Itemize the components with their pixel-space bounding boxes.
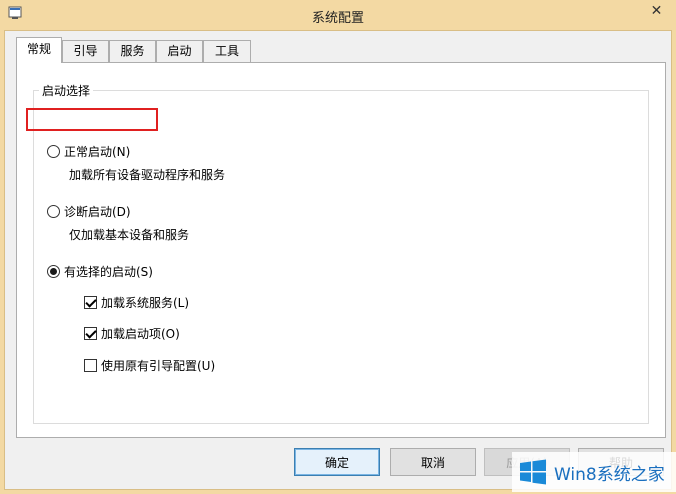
selective-startup-radio[interactable]: 有选择的启动(S): [47, 263, 153, 280]
diagnostic-startup-description: 仅加载基本设备和服务: [69, 228, 190, 242]
title-bar: 系统配置 ✕: [0, 0, 676, 30]
load-system-services-label: 加载系统服务(L): [101, 296, 190, 310]
tab-startup[interactable]: 启动: [156, 40, 203, 62]
windows-logo-icon: [520, 459, 546, 485]
selective-startup-label: 有选择的启动(S): [64, 265, 153, 279]
checkbox-indicator[interactable]: [84, 327, 97, 340]
radio-indicator[interactable]: [47, 205, 60, 218]
checkbox-indicator[interactable]: [84, 296, 97, 309]
window-title: 系统配置: [311, 11, 364, 26]
tab-services[interactable]: 服务: [109, 40, 156, 62]
checkbox-indicator[interactable]: [84, 359, 97, 372]
normal-startup-label: 正常启动(N): [64, 145, 131, 159]
cancel-button[interactable]: 取消: [390, 448, 476, 476]
tab-boot[interactable]: 引导: [62, 40, 109, 62]
close-button[interactable]: ✕: [637, 0, 676, 22]
use-original-boot-config-checkbox[interactable]: 使用原有引导配置(U): [84, 357, 215, 374]
diagnostic-startup-radio[interactable]: 诊断启动(D): [47, 203, 131, 220]
highlight-box: [26, 108, 158, 131]
load-startup-items-label: 加载启动项(O): [101, 327, 180, 341]
load-system-services-checkbox[interactable]: 加载系统服务(L): [84, 294, 189, 311]
watermark-text: Win8系统之家: [554, 464, 665, 485]
close-icon: ✕: [650, 3, 663, 19]
diagnostic-startup-label: 诊断启动(D): [64, 205, 131, 219]
group-title: 启动选择: [39, 82, 94, 99]
use-original-boot-config-label: 使用原有引导配置(U): [101, 359, 216, 373]
tab-tools[interactable]: 工具: [203, 40, 251, 62]
radio-indicator[interactable]: [47, 145, 60, 158]
watermark: Win8系统之家: [512, 452, 676, 492]
ok-button[interactable]: 确定: [294, 448, 380, 476]
tab-general[interactable]: 常规: [16, 37, 62, 63]
dialog-body: 常规 引导 服务 启动 工具 启动选择 正常启动(N) 加载所有设备驱动程序和服…: [4, 30, 672, 490]
radio-indicator-selected[interactable]: [47, 265, 60, 278]
load-startup-items-checkbox[interactable]: 加载启动项(O): [84, 325, 180, 342]
normal-startup-description: 加载所有设备驱动程序和服务: [69, 168, 226, 182]
normal-startup-radio[interactable]: 正常启动(N): [47, 143, 130, 160]
